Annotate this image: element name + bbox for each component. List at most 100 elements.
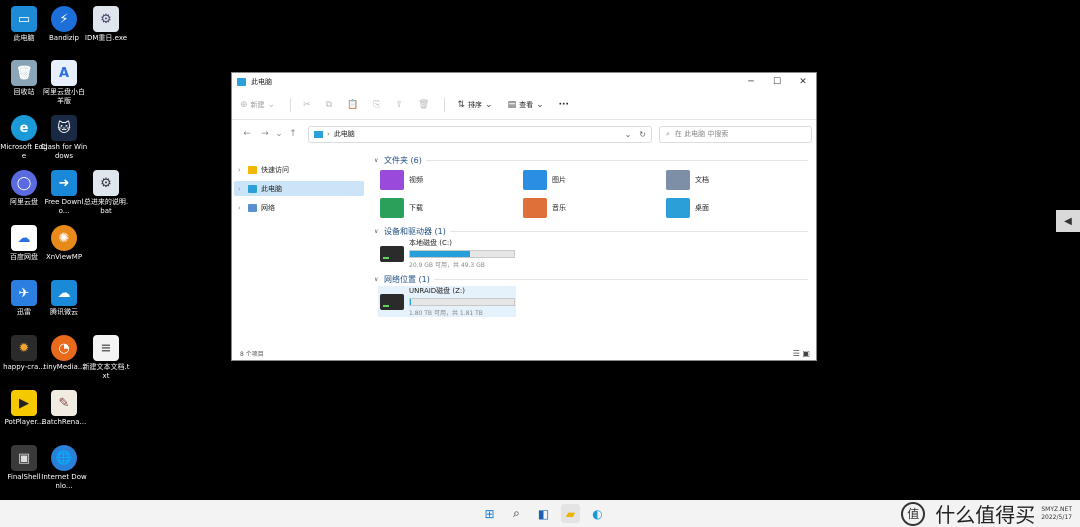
recent-locations-button[interactable]: ⌄: [274, 129, 284, 139]
text-file-icon: ≡: [93, 335, 119, 361]
watermark: 什么值得买: [935, 503, 1036, 527]
edge-icon: e: [11, 115, 37, 141]
search-button[interactable]: ⌕: [507, 504, 526, 523]
drive-usage-bar: [409, 298, 515, 306]
drive-name: UNRAID磁盘 (Z:): [409, 287, 466, 295]
search-placeholder: 在 此电脑 中搜索: [674, 130, 729, 138]
paste-button[interactable]: 📋: [347, 100, 361, 110]
folder-icon: ▰: [565, 506, 576, 521]
video-folder-icon: [380, 170, 404, 190]
chevron-right-icon[interactable]: ›: [238, 166, 248, 174]
desktop-icon-aliyun-xiaobai[interactable]: A 阿里云盘小白羊版: [40, 60, 88, 106]
address-bar[interactable]: › 此电脑 ⌄ ↻: [308, 125, 652, 143]
desktop-icon-weiyun[interactable]: ☁ 腾讯微云: [40, 280, 88, 317]
title-bar: 此电脑 ─ ☐ ✕: [232, 73, 816, 90]
delete-button[interactable]: 🗑: [418, 100, 432, 110]
this-pc-icon: [237, 77, 246, 86]
folder-item-videos[interactable]: 视频: [380, 167, 523, 193]
desktop-icon-idm[interactable]: ⚙ IDM重日.exe: [82, 6, 130, 43]
breadcrumb[interactable]: 此电脑: [334, 129, 617, 139]
sidebar-item-quick-access[interactable]: › 快速访问: [234, 162, 364, 177]
chevron-left-icon: ◀: [1064, 215, 1072, 227]
network-drive-icon: [380, 293, 404, 310]
navigation-pane: › 快速访问 › 此电脑 › 网络: [232, 150, 368, 346]
desktop-icon-clash[interactable]: 🐱 Clash for Windows: [40, 115, 88, 161]
up-button[interactable]: ↑: [284, 129, 302, 139]
folder-item-desktop[interactable]: 桌面: [666, 195, 809, 221]
terminal-icon: ▣: [11, 445, 37, 471]
play-icon: ▶: [11, 390, 37, 416]
back-button[interactable]: ←: [238, 129, 256, 139]
rename-button[interactable]: ⎘: [373, 100, 383, 110]
copy-button[interactable]: ⧉: [326, 100, 335, 110]
search-input[interactable]: ⌕ 在 此电脑 中搜索: [659, 125, 812, 143]
clipboard-icon: 📋: [347, 99, 359, 110]
drive-usage-bar: [409, 250, 515, 258]
folder-item-music[interactable]: 音乐: [523, 195, 666, 221]
music-folder-icon: [523, 198, 547, 218]
this-pc-icon: [248, 184, 257, 193]
view-button[interactable]: ▤ 查看 ⌄: [508, 100, 547, 110]
folder-item-downloads[interactable]: 下载: [380, 195, 523, 221]
edge-taskbar-button[interactable]: ◐: [588, 504, 607, 523]
eye-icon: ✺: [51, 225, 77, 251]
folder-item-pictures[interactable]: 图片: [523, 167, 666, 193]
share-button[interactable]: ⇪: [396, 100, 407, 110]
globe-icon: 🌐: [51, 445, 77, 471]
chevron-down-icon: ⌄: [536, 99, 544, 110]
sidebar-item-network[interactable]: › 网络: [234, 200, 364, 215]
content-pane: ∨ 文件夹 (6) 视频 图片 文档 下载 音乐 桌面 ∨ 设备和驱动器 (1): [368, 150, 816, 346]
desktop-icon-bat[interactable]: ⚙ 总进来的说明.bat: [82, 170, 130, 216]
forward-button[interactable]: →: [256, 129, 274, 139]
divider: [433, 278, 808, 280]
desktop-icon-batchrename[interactable]: ✎ BatchRena...: [40, 390, 88, 427]
window-title: 此电脑: [251, 77, 272, 86]
drive-usage-fill: [410, 299, 412, 305]
chevron-right-icon[interactable]: ›: [238, 185, 248, 193]
new-button[interactable]: ⊕ 新建 ⌄: [240, 100, 278, 110]
start-button[interactable]: ⊞: [480, 504, 499, 523]
folder-item-documents[interactable]: 文档: [666, 167, 809, 193]
drive-item-local-disk-c[interactable]: 本地磁盘 (C:) 20.9 GB 可用，共 49.3 GB: [378, 238, 516, 269]
this-pc-icon: [314, 130, 323, 138]
chevron-down-icon[interactable]: ⌄: [625, 130, 632, 139]
clock[interactable]: SMYZ.NET 2022/5/17: [1041, 506, 1072, 522]
drive-space-text: 1.80 TB 可用，共 1.81 TB: [409, 310, 483, 317]
chevron-right-icon[interactable]: ›: [238, 204, 248, 212]
side-panel-toggle[interactable]: ◀: [1056, 210, 1080, 232]
recycle-bin-icon: 🗑: [11, 60, 37, 86]
desktop-icon-bandizip[interactable]: ⚡ Bandizip: [40, 6, 88, 43]
drive-item-unraid-z[interactable]: UNRAID磁盘 (Z:) 1.80 TB 可用，共 1.81 TB: [378, 286, 516, 317]
group-header-devices[interactable]: ∨ 设备和驱动器 (1): [374, 224, 816, 238]
refresh-icon[interactable]: ↻: [639, 130, 646, 139]
rename-icon: ⎘: [373, 99, 381, 110]
date-text: 2022/5/17: [1041, 513, 1072, 521]
star-icon: [248, 165, 257, 174]
desktop-icon-idm[interactable]: 🌐 Internet Downlo...: [40, 445, 88, 491]
sidebar-item-this-pc[interactable]: › 此电脑: [234, 181, 364, 196]
desktop-icon-text-file[interactable]: ≡ 新建文本文档.txt: [82, 335, 130, 381]
monitor-icon: ▭: [11, 6, 37, 32]
close-button[interactable]: ✕: [790, 77, 816, 87]
chevron-down-icon: ∨: [374, 227, 379, 235]
trash-icon: 🗑: [418, 99, 430, 110]
group-header-network-locations[interactable]: ∨ 网络位置 (1): [374, 272, 816, 286]
desktop-icon-tinymedia[interactable]: ◔ tinyMedia...: [40, 335, 88, 372]
minimize-button[interactable]: ─: [738, 77, 764, 87]
explorer-body: › 快速访问 › 此电脑 › 网络 ∨ 文件夹 (6) 视频 图片 文档 下载 …: [232, 150, 816, 346]
download-arrow-icon: ➜: [51, 170, 77, 196]
group-header-folders[interactable]: ∨ 文件夹 (6): [374, 153, 816, 167]
drive-usage-fill: [410, 251, 471, 257]
aliyun-icon: ◯: [11, 170, 37, 196]
cut-button[interactable]: ✂: [303, 100, 314, 110]
maximize-button[interactable]: ☐: [764, 77, 790, 87]
more-button[interactable]: ···: [559, 100, 569, 110]
task-view-button[interactable]: ◧: [534, 504, 553, 523]
desktop-icon-xnview[interactable]: ✺ XnViewMP: [40, 225, 88, 262]
file-explorer-taskbar-button[interactable]: ▰: [561, 504, 580, 523]
task-view-icon: ◧: [537, 506, 550, 521]
sort-button[interactable]: ⇅ 排序 ⌄: [457, 100, 495, 110]
view-toggle-icons[interactable]: ☰ ▣: [793, 349, 810, 358]
desktop-icon-free-download[interactable]: ➜ Free Downlo...: [40, 170, 88, 216]
command-bar: ⊕ 新建 ⌄ ✂ ⧉ 📋 ⎘ ⇪ 🗑 ⇅ 排序 ⌄ ▤ 查看 ⌄ ···: [232, 90, 816, 120]
